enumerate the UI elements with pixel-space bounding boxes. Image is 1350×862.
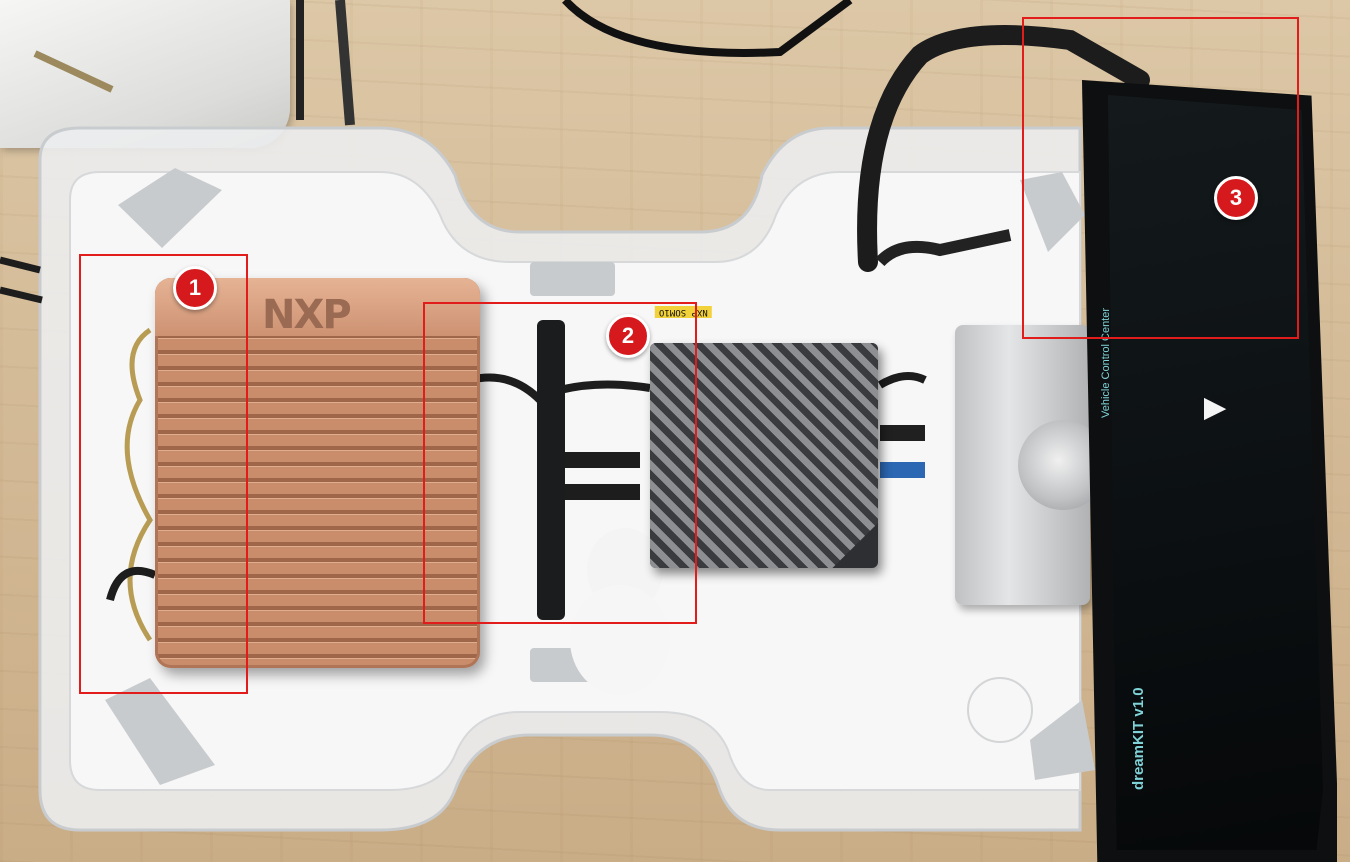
nxp-logo: NXP [262, 292, 352, 338]
screen-brand: dreamKIT v1.0 [1130, 687, 1147, 790]
callout-badge-2: 2 [606, 314, 650, 358]
car-icon: ▲ [1195, 390, 1237, 428]
callout-box-3 [1022, 17, 1299, 339]
callout-box-1 [79, 254, 248, 694]
callout-badge-3: 3 [1214, 176, 1258, 220]
callout-badge-1: 1 [173, 266, 217, 310]
callout-box-2 [423, 302, 697, 624]
